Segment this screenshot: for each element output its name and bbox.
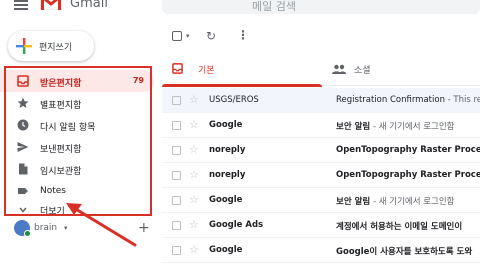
email-snippet: - 새 기기에서 로그인함 [370, 122, 455, 132]
email-subject: OpenTopography Raster Processing [336, 145, 480, 155]
annotation-arrow [66, 203, 137, 247]
email-sender: Google [209, 120, 243, 130]
row-checkbox[interactable] [172, 146, 181, 155]
star-icon[interactable]: ☆ [189, 243, 199, 256]
tab-primary[interactable]: 기본 [162, 54, 322, 87]
top-bar: Gmail 메일 검색 [0, 0, 480, 18]
gmail-window: Gmail 메일 검색 편지쓰기 받은편지함 79 별표편지함 다시 알림 항목… [0, 0, 480, 270]
row-checkbox[interactable] [172, 221, 181, 230]
menu-icon[interactable] [14, 0, 28, 10]
email-subject: OpenTopography Raster Processing [336, 170, 480, 180]
email-sender: USGS/EROS [209, 95, 259, 105]
email-sender: Google Ads [209, 220, 264, 230]
star-icon[interactable]: ☆ [189, 168, 199, 181]
email-row[interactable]: ☆ noreply OpenTopography Raster Processi… [162, 163, 480, 188]
compose-button[interactable]: 편지쓰기 [8, 31, 94, 61]
email-row[interactable]: ☆ USGS/EROS Registration Confirmation - … [162, 88, 480, 113]
email-snippet: - 새 기기에서 로그인함 [370, 197, 455, 207]
email-row[interactable]: ☆ noreply OpenTopography Raster Processi… [162, 138, 480, 163]
refresh-icon[interactable]: ↻ [206, 29, 216, 43]
star-icon[interactable]: ☆ [189, 193, 199, 206]
compose-label: 편지쓰기 [39, 43, 73, 53]
row-checkbox[interactable] [172, 96, 181, 105]
email-row[interactable]: ☆ Google Google이 사용자를 보호하도록 도와 [162, 238, 480, 263]
email-sender: Google [209, 245, 243, 255]
search-bar[interactable]: 메일 검색 [162, 0, 480, 14]
email-subject-line: OpenTopography Raster Processing [336, 145, 480, 155]
more-options-icon[interactable]: ⋮ [237, 28, 249, 42]
email-subject-line: 보안 알림 - 새 기기에서 로그인함 [336, 120, 480, 132]
row-checkbox[interactable] [172, 121, 181, 130]
row-checkbox[interactable] [172, 196, 181, 205]
row-checkbox[interactable] [172, 246, 181, 255]
email-subject: Registration Confirmation [336, 95, 445, 105]
gmail-logo-icon[interactable] [40, 0, 62, 10]
email-subject-line: Google이 사용자를 보호하도록 도와 [336, 245, 480, 257]
tab-label: 기본 [198, 66, 215, 76]
email-row[interactable]: ☆ Google 보안 알림 - 새 기기에서 로그인함 [162, 113, 480, 138]
search-placeholder: 메일 검색 [252, 0, 296, 13]
email-subject: 보안 알림 [336, 122, 371, 132]
row-checkbox[interactable] [172, 171, 181, 180]
email-subject-line: OpenTopography Raster Processing [336, 170, 480, 180]
select-all-checkbox[interactable] [172, 31, 182, 41]
email-subject-line: Registration Confirmation - This rep [336, 95, 480, 105]
star-icon[interactable]: ☆ [189, 143, 199, 156]
email-subject: 계정에서 허용하는 이메일 도메인이 [336, 222, 463, 232]
category-tabs: 기본 소셜 [162, 54, 480, 87]
tab-social[interactable]: 소셜 [328, 54, 480, 86]
annotation-highlight-box [4, 66, 152, 216]
active-tab-indicator [162, 84, 322, 87]
email-subject-line: 계정에서 허용하는 이메일 도메인이 [336, 220, 480, 232]
email-row[interactable]: ☆ Google 보안 알림 - 새 기기에서 로그인함 [162, 188, 480, 213]
account-name: brain [34, 223, 58, 233]
select-caret-icon[interactable]: ▾ [186, 32, 190, 40]
email-sender: Google [209, 195, 243, 205]
email-subject-line: 보안 알림 - 새 기기에서 로그인함 [336, 195, 480, 207]
plus-icon [16, 38, 32, 54]
people-icon [332, 64, 346, 74]
star-icon[interactable]: ☆ [189, 218, 199, 231]
email-subject: Google이 사용자를 보호하도록 도와 [336, 247, 473, 257]
email-sender: noreply [209, 170, 246, 180]
tab-label: 소셜 [354, 66, 371, 76]
inbox-icon [172, 63, 183, 74]
star-icon[interactable]: ☆ [189, 93, 199, 106]
email-row[interactable]: ☆ Google Ads 계정에서 허용하는 이메일 도메인이 [162, 213, 480, 238]
email-sender: noreply [209, 145, 246, 155]
star-icon[interactable]: ☆ [189, 118, 199, 131]
email-snippet: - This rep [447, 95, 480, 105]
online-status-dot [24, 230, 31, 237]
brand-name: Gmail [70, 0, 108, 11]
email-subject: 보안 알림 [336, 197, 371, 207]
